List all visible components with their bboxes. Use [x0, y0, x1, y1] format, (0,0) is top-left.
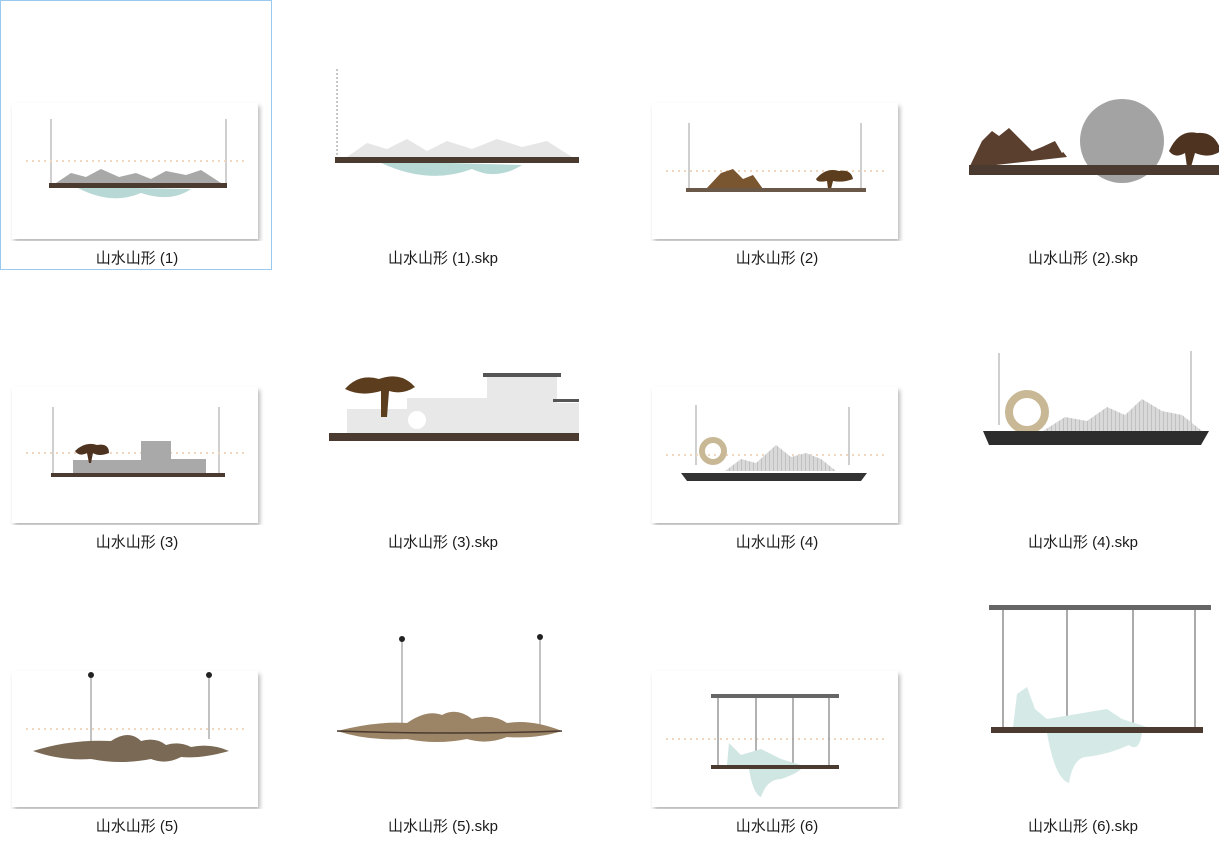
thumbnail-skp-5	[336, 634, 563, 742]
file-tile[interactable]: 山水山形 (6)	[640, 568, 912, 838]
thumbnail-skp-1	[335, 69, 579, 176]
thumbnail-image-2	[652, 103, 898, 239]
file-name: 山水山形 (2).skp	[1027, 250, 1138, 267]
thumbnail-skp-3	[329, 373, 579, 441]
thumbnail-skp-4	[983, 351, 1209, 445]
file-name: 山水山形 (1)	[95, 250, 179, 267]
thumbnail-image-6	[652, 671, 898, 807]
file-tile[interactable]: 山水山形 (6).skp	[946, 568, 1218, 838]
thumbnail-image-1	[12, 103, 258, 239]
file-name: 山水山形 (4).skp	[1027, 534, 1138, 551]
file-name: 山水山形 (5).skp	[387, 818, 498, 835]
thumbnail-skp-6	[989, 605, 1211, 783]
file-tile[interactable]: 山水山形 (1).skp	[306, 0, 579, 270]
file-name: 山水山形 (1).skp	[387, 250, 498, 267]
file-name: 山水山形 (3).skp	[387, 534, 498, 551]
file-name: 山水山形 (4)	[735, 534, 819, 551]
file-name: 山水山形 (6).skp	[1027, 818, 1138, 835]
file-tile[interactable]: 山水山形 (2).skp	[946, 0, 1219, 270]
file-tile[interactable]: 山水山形 (5).skp	[306, 568, 578, 838]
file-tile[interactable]: 山水山形 (4)	[640, 284, 912, 554]
file-tile[interactable]: 山水山形 (5)	[0, 568, 272, 838]
file-tile[interactable]: 山水山形 (4).skp	[946, 284, 1218, 554]
thumbnail-image-3	[12, 387, 258, 523]
file-tile[interactable]: 山水山形 (1)	[0, 0, 272, 270]
file-name: 山水山形 (6)	[735, 818, 819, 835]
file-name: 山水山形 (2)	[735, 250, 819, 267]
thumbnail-skp-2	[969, 99, 1219, 183]
file-tile[interactable]: 山水山形 (3)	[0, 284, 272, 554]
thumbnail-image-4	[652, 387, 898, 523]
file-name: 山水山形 (3)	[95, 534, 179, 551]
file-tile[interactable]: 山水山形 (3).skp	[306, 284, 579, 554]
thumbnail-image-5	[12, 671, 258, 807]
file-tile[interactable]: 山水山形 (2)	[640, 0, 912, 270]
file-name: 山水山形 (5)	[95, 818, 179, 835]
